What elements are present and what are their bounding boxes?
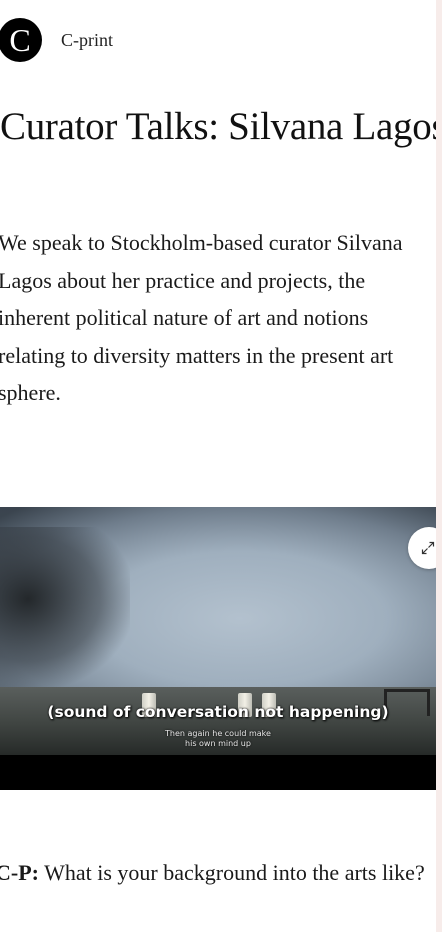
video-subtitle-text: Then again he could make his own mind up <box>165 729 271 748</box>
page-edge <box>436 0 442 932</box>
article-intro: We speak to Stockholm-based curator Silv… <box>0 230 403 405</box>
video-caption: (sound of conversation not happening) <box>47 703 389 721</box>
expand-arrows-icon <box>421 541 435 555</box>
qa-paragraph: C-P: What is your background into the ar… <box>0 854 435 891</box>
qa-question: What is your background into the arts li… <box>44 860 425 885</box>
site-name[interactable]: C-print <box>61 30 113 51</box>
logo-letter: C <box>9 22 31 58</box>
site-header: C C-print <box>0 18 113 62</box>
article-page: C C-print Curator Talks: Silvana Lagos W… <box>0 0 436 932</box>
video-player[interactable]: (sound of conversation not happening) Th… <box>0 507 436 790</box>
article-title: Curator Talks: Silvana Lagos <box>0 105 436 148</box>
site-logo[interactable]: C <box>0 18 42 62</box>
qa-speaker: C-P: <box>0 860 39 885</box>
video-subtitle: Then again he could make his own mind up <box>0 729 436 749</box>
